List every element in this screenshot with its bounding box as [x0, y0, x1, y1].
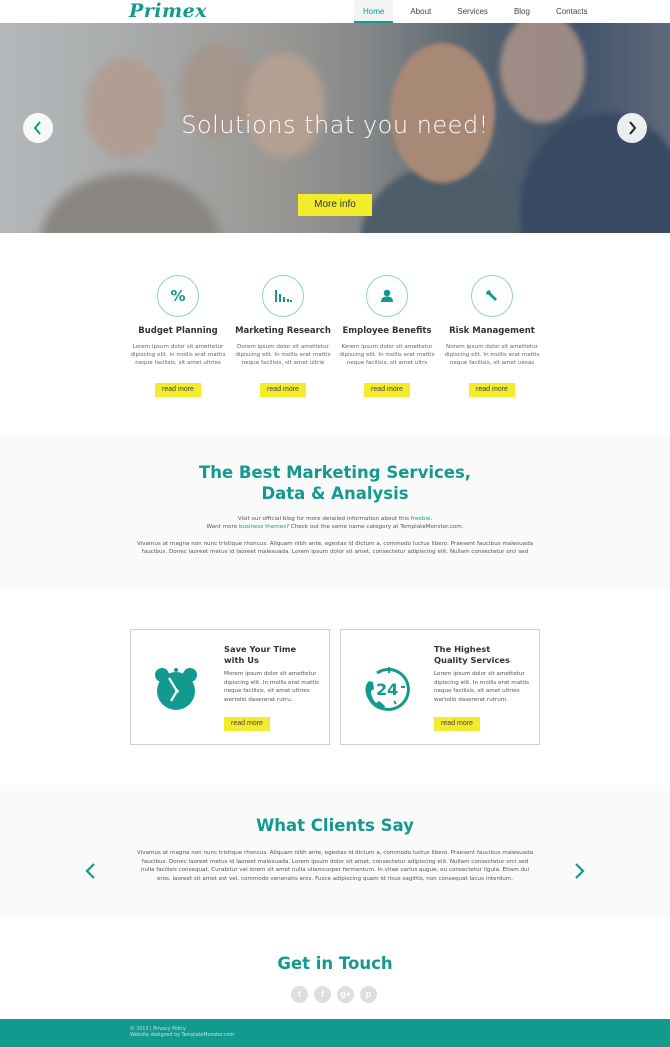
feature-title: Save Your Time with Us [224, 644, 296, 665]
features-section: Save Your Time with Us Morem ipsum dolor… [0, 588, 670, 785]
feature-title-line: Save Your Time [224, 644, 297, 654]
site-footer: © 2013 | Privacy Policy Website designed… [0, 1019, 670, 1047]
service-card: Employee Benefits Kerem ipsum dolor sit … [335, 275, 439, 397]
sub-text: ? Check out the same name category at Te… [286, 524, 464, 530]
service-text: Lorem ipsum dolor sit amettetur dipiscin… [130, 344, 226, 366]
slider-prev-button[interactable] [23, 113, 53, 143]
marketing-title-line: The Best Marketing Services, [198, 463, 472, 482]
nav-about[interactable]: About [401, 0, 440, 23]
testimonials-section: What Clients Say Vivamus at magna non nu… [0, 785, 670, 916]
hero-title: Solutions that you need! [181, 111, 489, 139]
read-more-button[interactable]: read more [364, 383, 410, 397]
read-more-button[interactable]: read more [469, 383, 515, 397]
testimonial-prev-button[interactable] [84, 863, 98, 879]
marketing-title: The Best Marketing Services, Data & Anal… [0, 462, 670, 504]
nav-home[interactable]: Home [354, 0, 394, 23]
sub-text: Want more [206, 524, 239, 530]
service-title: Marketing Research [235, 326, 331, 336]
feature-title: The Highest Quality Services [434, 644, 510, 665]
service-text: Norem ipsum dolor sit amettetur dipiscin… [444, 344, 540, 366]
feature-card: 24 The Highest Quality Services Lorem ip… [340, 629, 540, 745]
nav-blog[interactable]: Blog [505, 0, 539, 23]
social-links: t f g+ p [291, 986, 377, 1003]
footer-text: © 2013 | Privacy Policy Website designed… [130, 1027, 234, 1038]
user-icon [366, 275, 408, 317]
testimonial-next-button[interactable] [572, 863, 586, 879]
logo[interactable]: Primex [129, 0, 207, 22]
read-more-button[interactable]: read more [434, 717, 480, 731]
phone-24-icon: 24 [365, 667, 410, 711]
business-themes-link[interactable]: business themes [239, 524, 286, 530]
contact-title: Get in Touch [277, 954, 393, 973]
service-title: Employee Benefits [342, 326, 432, 336]
testimonials-title: What Clients Say [256, 816, 414, 835]
feature-title-line: Quality Services [434, 654, 510, 665]
service-card: Risk Management Norem ipsum dolor sit am… [440, 275, 544, 397]
twitter-icon[interactable]: t [291, 986, 308, 1003]
google-plus-icon[interactable]: g+ [337, 986, 354, 1003]
read-more-button[interactable]: read more [224, 717, 270, 731]
nav-contacts[interactable]: Contacts [547, 0, 597, 23]
nav-services[interactable]: Services [448, 0, 497, 23]
marketing-subtext: Visit our official blog for more detaile… [0, 515, 670, 531]
chevron-right-icon [629, 121, 637, 135]
read-more-button[interactable]: read more [260, 383, 306, 397]
more-info-button[interactable]: More info [298, 194, 372, 216]
alarm-clock-icon [155, 668, 197, 710]
hero-slider: Solutions that you need! More info [0, 23, 670, 233]
marketing-title-line: Data & Analysis [261, 484, 409, 503]
freebie-link[interactable]: freebie [411, 516, 431, 522]
marketing-body: Vivamus at magna non nunc tristique rhon… [136, 541, 534, 555]
service-text: Kerem ipsum dolor sit amettetur dipiscin… [339, 344, 435, 366]
percent-icon: % [157, 275, 199, 317]
pinterest-icon[interactable]: p [360, 986, 377, 1003]
svg-text:24: 24 [376, 680, 398, 699]
service-card: Marketing Research Dorem ipsum dolor sit… [231, 275, 335, 397]
contact-section: Get in Touch t f g+ p [0, 916, 670, 1019]
feature-title-line: The Highest [434, 644, 491, 654]
services-section: % Budget Planning Lorem ipsum dolor sit … [0, 233, 670, 435]
service-card: % Budget Planning Lorem ipsum dolor sit … [126, 275, 230, 397]
read-more-button[interactable]: read more [155, 383, 201, 397]
service-text: Dorem ipsum dolor sit amettetur dipiscin… [235, 344, 331, 366]
footer-credit[interactable]: Website designed by TemplateMonster.com [130, 1033, 234, 1039]
bar-chart-icon [262, 275, 304, 317]
feature-card: Save Your Time with Us Morem ipsum dolor… [130, 629, 330, 745]
sub-text: . [430, 516, 433, 522]
feature-text: Lorem ipsum dolor sit amettetur dipiscin… [434, 671, 529, 703]
marketing-section: The Best Marketing Services, Data & Anal… [0, 435, 670, 588]
service-title: Budget Planning [138, 326, 218, 336]
feature-title-line: with Us [224, 654, 259, 665]
main-nav: Home About Services Blog Contacts [354, 0, 597, 23]
slider-next-button[interactable] [617, 113, 647, 143]
wrench-icon [471, 275, 513, 317]
sub-text: Visit our official blog for more detaile… [237, 516, 411, 522]
chevron-left-icon [33, 121, 41, 135]
service-title: Risk Management [449, 326, 535, 336]
site-header: Primex Home About Services Blog Contacts [0, 0, 670, 23]
facebook-icon[interactable]: f [314, 986, 331, 1003]
testimonial-text: Vivamus at magna non nunc tristique rhon… [136, 850, 534, 882]
feature-text: Morem ipsum dolor sit amettetur dipiscin… [224, 671, 319, 703]
